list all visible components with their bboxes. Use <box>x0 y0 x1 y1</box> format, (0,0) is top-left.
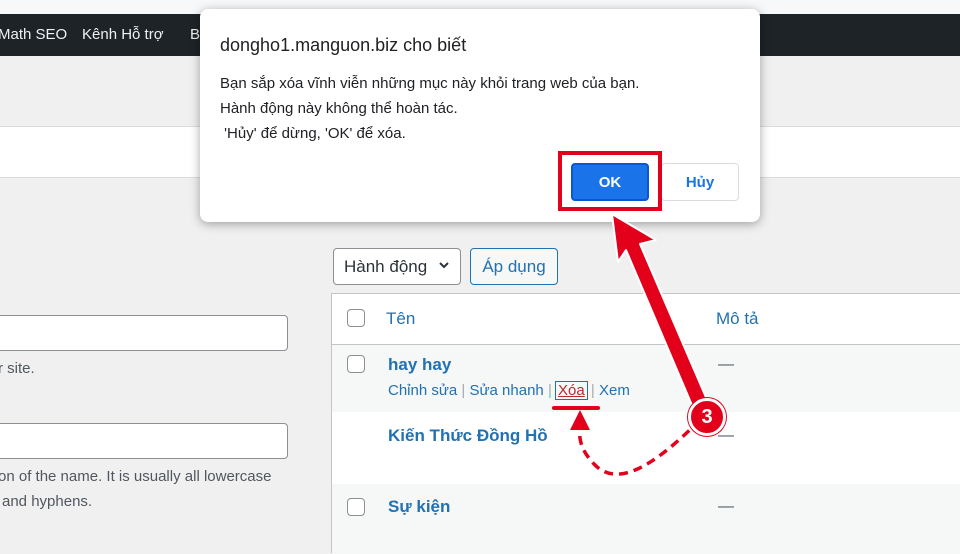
delete-link[interactable]: Xóa <box>555 381 588 400</box>
bulk-action-select[interactable]: Hành động <box>333 248 461 285</box>
select-all-checkbox[interactable] <box>347 309 365 327</box>
row-title-link[interactable]: Kiến Thức Đồng Hồ <box>388 426 548 446</box>
quick-edit-link[interactable]: Sửa nhanh <box>470 382 544 399</box>
row-actions: Chỉnh sửa | Sửa nhanh | Xóa | Xem <box>388 381 630 400</box>
name-input[interactable] <box>0 315 288 351</box>
column-name-header[interactable]: Tên <box>386 309 415 329</box>
slug-input[interactable] <box>0 423 288 459</box>
dialog-title: dongho1.manguon.biz cho biết <box>220 35 467 55</box>
confirm-dialog: dongho1.manguon.biz cho biết Bạn sắp xóa… <box>200 9 760 222</box>
action-separator: | <box>461 382 466 399</box>
table-row: Sự kiện — <box>332 484 960 554</box>
step-number-badge: 3 <box>688 398 726 436</box>
row-checkbox[interactable] <box>347 498 365 516</box>
chevron-down-icon <box>438 258 450 274</box>
adminbar-item-more[interactable]: B <box>190 26 200 43</box>
adminbar-item-math-seo[interactable]: Math SEO <box>0 26 67 43</box>
column-description-header[interactable]: Mô tả <box>716 309 759 329</box>
row-description: — <box>718 356 734 373</box>
cancel-button[interactable]: Hủy <box>661 163 739 201</box>
slug-help-text-line1: on of the name. It is usually all lowerc… <box>0 468 272 485</box>
table-row: Kiến Thức Đồng Hồ — <box>332 412 960 484</box>
bulk-action-label: Hành động <box>344 256 428 276</box>
delete-underline-mark <box>552 406 600 410</box>
row-title-link[interactable]: Sự kiện <box>388 497 450 517</box>
row-checkbox[interactable] <box>347 355 365 373</box>
terms-table: Tên Mô tả hay hay — Chỉnh sửa | Sửa nhan… <box>331 293 960 554</box>
row-description: — <box>718 498 734 515</box>
apply-button[interactable]: Áp dụng <box>470 248 558 285</box>
edit-link[interactable]: Chỉnh sửa <box>388 382 457 399</box>
name-help-text: r site. <box>0 360 35 377</box>
action-separator: | <box>590 382 595 399</box>
action-separator: | <box>547 382 552 399</box>
view-link[interactable]: Xem <box>599 382 630 399</box>
ok-highlight-box <box>558 151 662 211</box>
row-title-link[interactable]: hay hay <box>388 355 451 375</box>
dialog-message: Bạn sắp xóa vĩnh viễn những mục này khỏi… <box>220 75 640 142</box>
adminbar-item-support[interactable]: Kênh Hỗ trợ <box>82 26 164 43</box>
table-header: Tên Mô tả <box>332 294 960 345</box>
slug-help-text-line2: and hyphens. <box>2 493 93 510</box>
table-row: hay hay — Chỉnh sửa | Sửa nhanh | Xóa | … <box>332 345 960 412</box>
